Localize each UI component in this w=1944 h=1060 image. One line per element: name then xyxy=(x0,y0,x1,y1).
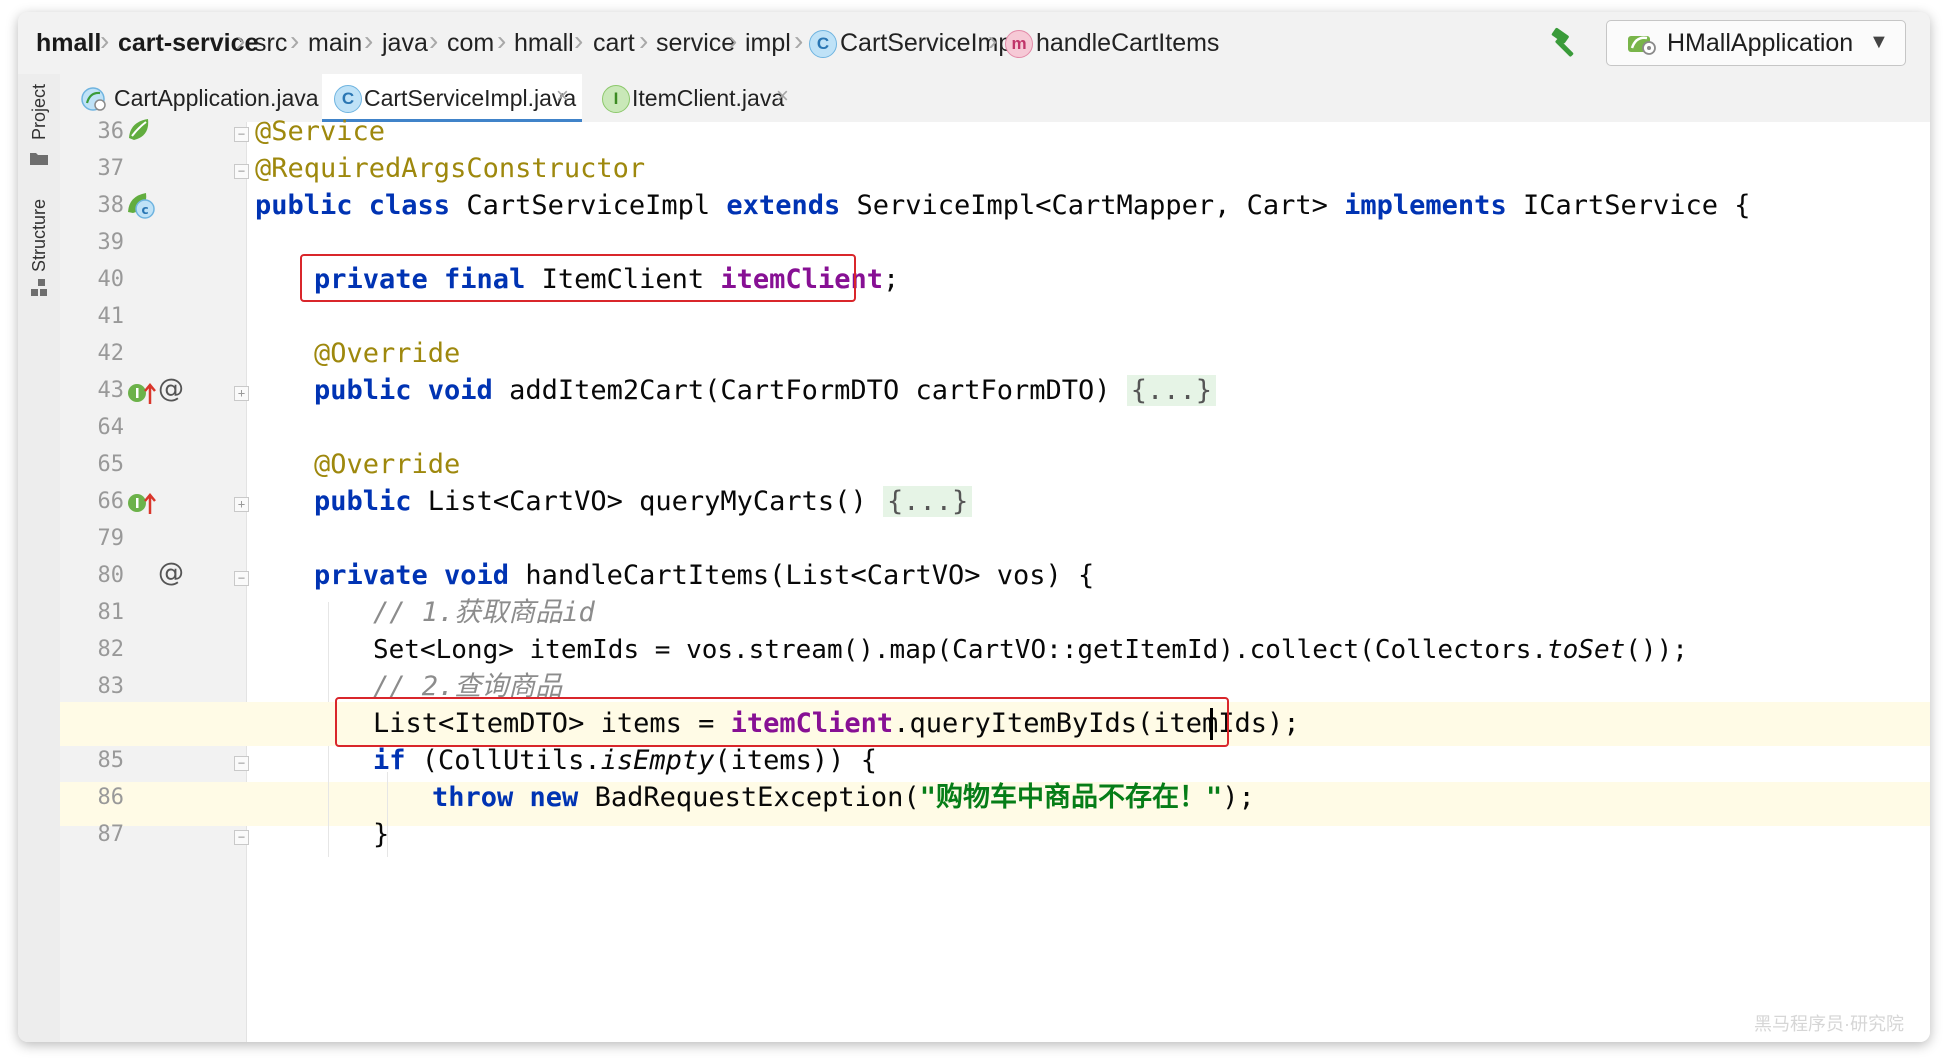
keyword-token: throw new xyxy=(432,782,579,813)
breadcrumb-service[interactable]: service xyxy=(656,28,735,58)
tool-window-strip: Project Structure xyxy=(18,74,61,1042)
keyword-token: public class xyxy=(255,190,451,221)
code-token: ()); xyxy=(1625,635,1688,665)
project-tool-button[interactable]: Project xyxy=(29,84,50,140)
code-line: public List<CartVO> queryMyCarts() {...} xyxy=(60,480,1930,524)
breadcrumb-separator: › xyxy=(639,25,649,56)
breadcrumb-project[interactable]: hmall xyxy=(36,28,101,58)
breadcrumb-src[interactable]: src xyxy=(254,28,287,58)
tab-label: CartServiceImpl.java xyxy=(364,85,577,111)
code-token: Set<Long> itemIds = vos.stream().map(Car… xyxy=(373,635,1547,665)
screenshot: hmall › cart-service › src › main › java… xyxy=(0,0,1944,1060)
annotation-token: @Service xyxy=(255,116,386,147)
code-token: handleCartItems(List<CartVO> vos) { xyxy=(509,560,1095,591)
keyword-token: extends xyxy=(726,190,841,221)
code-line: } xyxy=(60,813,1930,857)
close-tab-icon[interactable]: × xyxy=(776,82,789,110)
breadcrumb-separator: › xyxy=(364,25,374,56)
breadcrumb-java[interactable]: java xyxy=(382,28,428,58)
breadcrumb-separator: › xyxy=(988,25,998,56)
code-token: ServiceImpl<CartMapper, Cart> xyxy=(840,190,1345,221)
breadcrumb-com[interactable]: com xyxy=(447,28,494,58)
code-token: (items)) { xyxy=(714,745,877,776)
breadcrumb-separator: › xyxy=(290,25,300,56)
code-token: BadRequestException( xyxy=(578,782,920,813)
code-token: ; xyxy=(882,264,900,295)
code-token: ); xyxy=(1222,782,1255,813)
breadcrumb-method[interactable]: handleCartItems xyxy=(1036,28,1219,58)
run-configuration-label: HMallApplication xyxy=(1667,29,1854,57)
annotation-token: @Override xyxy=(314,338,461,369)
code-line: public class CartServiceImpl extends Ser… xyxy=(60,184,1930,228)
highlight-box-field xyxy=(300,254,856,302)
breadcrumb-separator: › xyxy=(728,25,738,56)
dropdown-arrow-icon: ▼ xyxy=(1869,31,1889,53)
keyword-token: if xyxy=(373,745,406,776)
folder-icon[interactable] xyxy=(29,150,49,171)
code-token: (CollUtils. xyxy=(405,745,601,776)
method-icon: m xyxy=(1005,30,1033,58)
class-icon: C xyxy=(809,30,837,58)
breadcrumb-separator: › xyxy=(497,25,507,56)
close-tab-icon[interactable]: × xyxy=(556,82,569,110)
tab-label: CartApplication.java xyxy=(114,85,319,111)
class-icon: C xyxy=(334,85,362,113)
spring-app-icon xyxy=(1627,30,1657,61)
navigation-bar: hmall › cart-service › src › main › java… xyxy=(18,12,1930,75)
code-editor[interactable]: 36 37 38 39 40 41 42 43 64 65 66 79 80 8… xyxy=(60,116,1930,1042)
code-token: } xyxy=(373,819,390,850)
string-token: "购物车中商品不存在！" xyxy=(919,782,1223,813)
static-method-token: isEmpty xyxy=(600,745,715,776)
folded-region[interactable]: {...} xyxy=(1126,375,1217,406)
folded-region[interactable]: {...} xyxy=(882,486,973,517)
breadcrumb-separator: › xyxy=(574,25,584,56)
breadcrumb-main[interactable]: main xyxy=(308,28,362,58)
breadcrumb-separator: › xyxy=(100,25,110,56)
breadcrumb-separator: › xyxy=(236,25,246,56)
highlight-box-call xyxy=(335,697,1229,747)
comment-token: // 1.获取商品id xyxy=(373,597,595,628)
run-configuration-dropdown[interactable]: HMallApplication ▼ xyxy=(1606,20,1906,66)
static-method-token: toSet xyxy=(1547,635,1626,665)
breadcrumb-hmall[interactable]: hmall xyxy=(514,28,574,58)
code-token: List<CartVO> queryMyCarts() xyxy=(411,486,883,517)
annotation-token: @RequiredArgsConstructor xyxy=(255,153,646,184)
code-token: ICartService { xyxy=(1506,190,1751,221)
breadcrumb-impl[interactable]: impl xyxy=(745,28,791,58)
code-token: CartServiceImpl xyxy=(450,190,727,221)
breadcrumb-cart[interactable]: cart xyxy=(593,28,635,58)
annotation-token: @Override xyxy=(314,449,461,480)
tab-label: ItemClient.java xyxy=(632,85,785,111)
text-caret xyxy=(1210,708,1213,740)
build-hammer-icon[interactable] xyxy=(1548,26,1582,65)
keyword-token: private void xyxy=(314,560,510,591)
keyword-token: public void xyxy=(314,375,493,406)
code-token: addItem2Cart(CartFormDTO cartFormDTO) xyxy=(492,375,1127,406)
code-line: public void addItem2Cart(CartFormDTO car… xyxy=(60,369,1930,413)
keyword-token: public xyxy=(314,486,412,517)
ide-window: hmall › cart-service › src › main › java… xyxy=(18,12,1930,1042)
structure-icon[interactable] xyxy=(29,278,49,303)
interface-icon: I xyxy=(602,85,630,113)
keyword-token: implements xyxy=(1344,190,1507,221)
breadcrumb-separator: › xyxy=(429,25,439,56)
breadcrumb-separator: › xyxy=(794,25,804,56)
structure-tool-button[interactable]: Structure xyxy=(29,199,50,272)
watermark: 黑马程序员·研究院 xyxy=(1754,1014,1904,1034)
